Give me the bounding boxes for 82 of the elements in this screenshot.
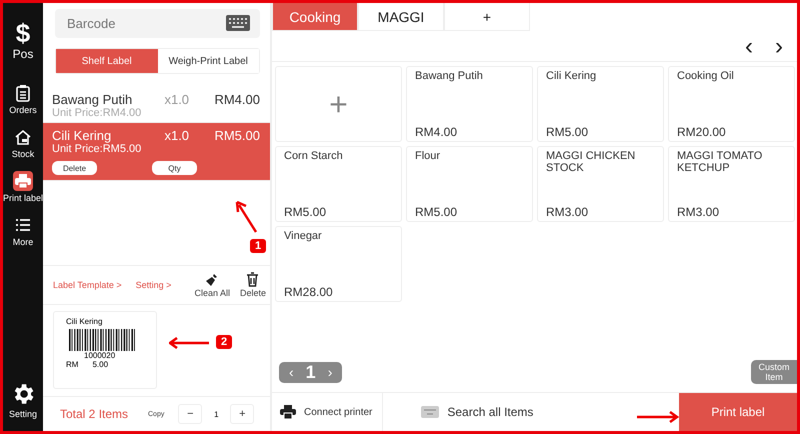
add-product-tile[interactable]: + [275,66,402,142]
item-name: Cili Kering [52,128,112,143]
nav-item[interactable]: Orders [9,83,37,115]
connect-printer-button[interactable]: Connect printer [272,393,384,431]
product-price: RM5.00 [415,205,458,219]
annotation-arrow [637,411,679,423]
label-item-name: Cili Kering [66,317,104,326]
product-name: MAGGI CHICKEN STOCK [546,150,636,174]
item-quantity: x1.0 [164,128,190,143]
decrement-button[interactable]: − [178,404,202,424]
keyboard-icon [226,15,250,31]
list-icon [14,218,31,232]
toolbar-link[interactable]: Setting > [136,280,172,290]
printer-icon [280,405,296,419]
increment-button[interactable]: + [230,404,254,424]
printer-icon [14,173,32,189]
product-price: RM3.00 [677,205,720,219]
toolbar-button[interactable]: Delete [240,272,266,298]
product-price: RM20.00 [677,125,727,139]
annotation-arrow [169,337,209,349]
logo-label: Pos [12,47,34,61]
product-card[interactable]: Flour RM5.00 [406,146,533,222]
broom-icon [205,272,220,286]
product-card[interactable]: MAGGI CHICKEN STOCK RM3.00 [537,146,664,222]
product-price: RM28.00 [284,285,334,299]
item-quantity: x1.0 [164,92,190,107]
toolbar-link[interactable]: Label Template > [53,280,122,290]
product-name: Vinegar [284,230,323,242]
page-number: 1 [306,362,316,382]
house-icon [14,129,32,145]
unit-price: Unit Price:RM4.00 [52,107,142,119]
label-price: 5.00 [92,360,108,369]
keyboard-icon [421,406,440,418]
product-name: Flour [415,150,442,162]
label-code: 1000020 [84,351,116,360]
total-items: Total 2 Items [60,407,130,421]
search-all-items-button[interactable]: Search all Items [383,393,679,431]
cart-row[interactable]: Cili Kering x1.0 RM5.00 Unit Price:RM5.00 Delete Qty [43,123,270,181]
nav-item[interactable]: More [12,215,34,247]
label-currency: RM [66,360,78,369]
barcode-field[interactable]: Barcode [55,9,260,38]
unit-price: Unit Price:RM5.00 [52,143,142,155]
product-card[interactable]: Bawang Putih RM4.00 [406,66,533,142]
settings-button[interactable]: Setting [8,381,38,419]
category-tab[interactable]: MAGGI [358,3,444,31]
product-price: RM4.00 [415,125,458,139]
item-total: RM4.00 [214,92,260,107]
product-name: Bawang Putih [415,70,484,82]
row-action-button[interactable]: Qty [152,161,197,175]
annotation-arrow [235,201,259,233]
product-card[interactable]: Corn Starch RM5.00 [275,146,402,222]
product-name: Corn Starch [284,150,344,162]
nav-item[interactable]: Stock [12,127,34,159]
label-type-tab[interactable]: Shelf Label [56,49,158,73]
product-price: RM5.00 [546,125,590,139]
annotation-badge: 2 [216,335,232,349]
print-label-button[interactable]: Print label [679,393,797,431]
barcode-drawing [69,329,137,351]
product-name: Cili Kering [546,70,598,82]
toolbar-button[interactable]: Clean All [194,272,230,298]
trash-icon [246,272,260,287]
next-page-button[interactable]: › [328,364,332,380]
product-price: RM5.00 [284,205,328,219]
product-name: MAGGI TOMATO KETCHUP [677,150,764,174]
annotation-badge: 1 [250,239,266,253]
product-price: RM3.00 [546,205,590,219]
product-card[interactable]: Cooking Oil RM20.00 [668,66,795,142]
category-tab[interactable]: Cooking [272,3,358,31]
item-total: RM5.00 [214,128,260,143]
product-card[interactable]: Cili Kering RM5.00 [537,66,664,142]
copy-count: 1 [213,410,220,418]
row-action-button[interactable]: Delete [52,161,97,175]
custom-item-button[interactable]: Custom Item [751,360,797,384]
item-name: Bawang Putih [52,92,134,107]
product-name: Cooking Oil [677,70,735,82]
clipboard-icon [14,84,31,102]
previous-page-button[interactable]: ‹ [289,364,294,380]
product-card[interactable]: Vinegar RM28.00 [275,226,402,302]
nav-item[interactable]: Print label [3,171,44,203]
logo-icon: $ [16,19,30,47]
category-tab[interactable]: + [444,3,530,31]
product-card[interactable]: MAGGI TOMATO KETCHUP RM3.00 [668,146,795,222]
